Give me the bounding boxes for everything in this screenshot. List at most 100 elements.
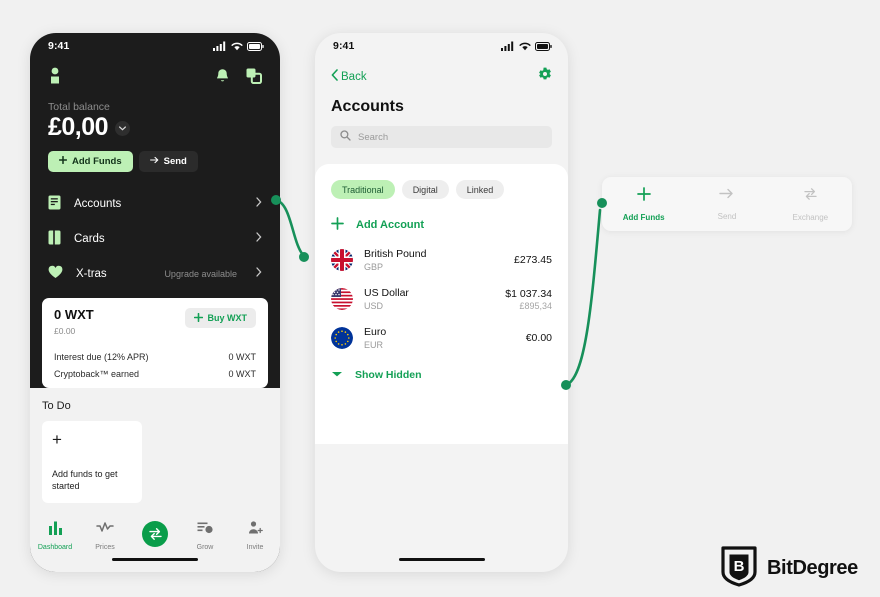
status-icons: [501, 41, 552, 51]
tab-grow-label: Grow: [196, 544, 214, 551]
battery-icon: [247, 41, 264, 51]
action-card-exchange[interactable]: Exchange: [769, 187, 852, 222]
todo-card-add-funds[interactable]: + Add funds to get started: [42, 420, 142, 503]
account-name-gbp: British Pound: [364, 248, 427, 260]
account-code-gbp: GBP: [364, 262, 384, 273]
show-hidden-button[interactable]: Show Hidden: [331, 369, 552, 381]
battery-icon: [535, 41, 552, 51]
buy-wxt-button[interactable]: Buy WXT: [184, 308, 256, 329]
wxt-row-interest-value: 0 WXT: [228, 351, 256, 362]
account-balance-usd-converted: £895,34: [519, 300, 552, 311]
tab-exchange[interactable]: [130, 521, 180, 551]
plus-icon: [636, 186, 651, 206]
scan-qr-icon[interactable]: [246, 68, 262, 89]
chip-linked[interactable]: Linked: [455, 180, 505, 199]
account-row-eur[interactable]: Euro EUR €0.00: [331, 326, 552, 350]
action-card-add-funds[interactable]: Add Funds: [602, 186, 685, 222]
status-bar-mid: 9:41: [315, 33, 568, 59]
account-row-usd[interactable]: US Dollar USD $1 037.34 £895,34: [331, 287, 552, 311]
tab-prices-label: Prices: [95, 544, 115, 551]
send-label: Send: [163, 156, 187, 168]
menu-item-xtras[interactable]: X-tras Upgrade available: [30, 256, 280, 291]
account-name-usd: US Dollar: [364, 287, 409, 300]
menu-item-xtras-label: X-tras: [76, 267, 107, 280]
chevron-right-icon: [256, 232, 262, 245]
uk-flag-icon: [331, 249, 353, 272]
back-button[interactable]: Back: [331, 69, 367, 84]
wxt-amount: 0 WXT: [54, 307, 94, 323]
account-name-block-gbp: British Pound GBP: [364, 248, 503, 272]
wxt-card: 0 WXT £0.00 Buy WXT Interest due (12% AP…: [42, 298, 268, 388]
tab-grow[interactable]: Grow: [180, 521, 230, 551]
account-name-block-usd: US Dollar USD: [364, 287, 494, 311]
left-menu: Accounts Cards X-tras Upgrade available: [30, 172, 280, 291]
connector-line-accounts: [274, 198, 306, 258]
chip-digital[interactable]: Digital: [401, 180, 449, 199]
profile-avatar-icon[interactable]: [48, 67, 62, 89]
menu-item-accounts[interactable]: Accounts: [30, 186, 280, 221]
accounts-icon: [48, 195, 61, 213]
wxt-rows: Interest due (12% APR) 0 WXT Cryptoback™…: [54, 345, 256, 379]
account-code-eur: EUR: [364, 340, 384, 351]
account-value-block-gbp: £273.45: [514, 254, 552, 266]
plus-icon: [193, 312, 203, 324]
add-funds-button[interactable]: Add Funds: [48, 151, 133, 173]
chevron-down-icon: [331, 369, 343, 381]
wxt-fiat-value: £0.00: [54, 325, 76, 336]
grow-icon: [197, 521, 213, 540]
account-name-block-eur: Euro EUR: [364, 326, 515, 350]
us-flag-icon: [331, 288, 353, 311]
logo-wordmark: BitDegree: [767, 557, 858, 579]
todo-section: To Do + Add funds to get started: [30, 387, 280, 533]
todo-card-text: Add funds to get started: [52, 469, 118, 492]
connector-dot-accounts-end: [299, 252, 309, 262]
chevron-down-icon[interactable]: [115, 121, 131, 137]
add-account-button[interactable]: Add Account: [331, 217, 552, 233]
search-input[interactable]: Search: [331, 126, 552, 148]
cellular-bars-icon: [213, 41, 226, 51]
tab-dashboard[interactable]: Dashboard: [30, 521, 80, 551]
bell-icon[interactable]: [215, 68, 230, 89]
wxt-balance-block: 0 WXT £0.00: [54, 307, 94, 336]
mid-nav-bar: Back: [315, 59, 568, 86]
eu-flag-icon: [331, 327, 353, 350]
exchange-swap-icon[interactable]: [142, 521, 168, 547]
gear-icon[interactable]: [538, 67, 552, 86]
wifi-icon: [231, 42, 243, 51]
action-card-add-funds-label: Add Funds: [622, 212, 665, 222]
chevron-right-icon: [256, 267, 262, 280]
action-card-exchange-label: Exchange: [792, 212, 829, 222]
plus-icon: [58, 156, 68, 167]
account-value-block-usd: $1 037.34 £895,34: [505, 288, 552, 311]
cellular-bars-icon: [501, 41, 514, 51]
account-balance-usd: $1 037.34: [505, 287, 552, 300]
bottom-tab-bar: Dashboard Prices Grow Invite: [30, 516, 280, 572]
send-button[interactable]: Send: [138, 151, 198, 173]
action-card-send[interactable]: Send: [685, 187, 768, 221]
left-topbar-icons: [215, 68, 262, 89]
chevron-left-icon: [331, 69, 338, 84]
wxt-row-cryptoback: Cryptoback™ earned 0 WXT: [54, 362, 256, 379]
arrow-right-icon: [719, 187, 734, 205]
wxt-row-cryptoback-value: 0 WXT: [228, 368, 256, 379]
add-funds-label: Add Funds: [72, 156, 122, 168]
arrow-right-icon: [149, 156, 159, 167]
plus-icon: +: [52, 429, 62, 449]
wxt-row-cryptoback-label: Cryptoback™ earned: [54, 368, 140, 379]
tab-dashboard-label: Dashboard: [37, 544, 73, 551]
menu-item-cards[interactable]: Cards: [30, 221, 280, 256]
account-name-eur: Euro: [364, 326, 387, 339]
show-hidden-label: Show Hidden: [355, 369, 422, 382]
phone-left-dashboard: 9:41 Total balance £0,00 Add Funds Send …: [30, 33, 280, 572]
chip-traditional[interactable]: Traditional: [331, 180, 395, 199]
exchange-swap-icon: [803, 187, 818, 206]
plus-icon: [331, 217, 344, 233]
search-icon: [340, 128, 351, 146]
line-chart-icon: [96, 521, 114, 540]
tab-invite[interactable]: Invite: [230, 521, 280, 551]
account-row-gbp[interactable]: British Pound GBP £273.45: [331, 248, 552, 272]
status-time: 9:41: [333, 40, 355, 52]
status-time: 9:41: [48, 40, 70, 52]
heart-icon: [48, 265, 63, 282]
tab-prices[interactable]: Prices: [80, 521, 130, 551]
